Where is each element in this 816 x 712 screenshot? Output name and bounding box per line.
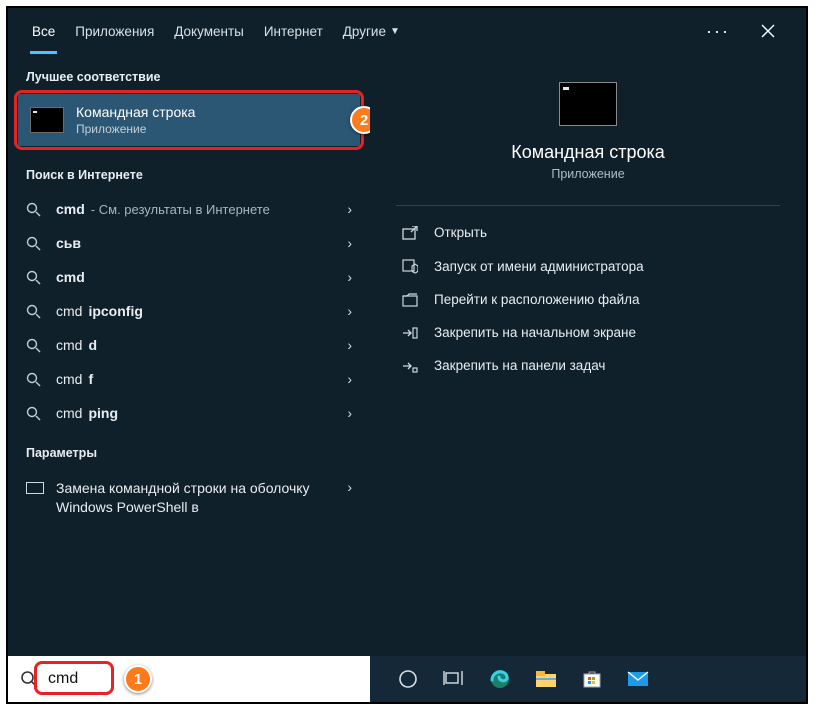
best-match-subtitle: Приложение <box>76 122 195 136</box>
tab-apps[interactable]: Приложения <box>65 8 164 54</box>
search-icon <box>26 406 42 421</box>
action-pin-start[interactable]: Закрепить на начальном экране <box>396 316 780 349</box>
search-icon <box>26 202 42 217</box>
search-box[interactable]: 1 <box>8 656 370 702</box>
taskbar: 1 <box>8 656 806 702</box>
tab-web[interactable]: Интернет <box>254 8 333 54</box>
settings-heading: Параметры <box>8 430 370 470</box>
chevron-right-icon: › <box>347 235 352 251</box>
task-view-icon[interactable] <box>442 667 466 691</box>
detail-title: Командная строка <box>511 142 665 163</box>
best-match-title: Командная строка <box>76 104 195 120</box>
tab-all[interactable]: Все <box>22 8 65 54</box>
action-location-label: Перейти к расположению файла <box>434 292 640 307</box>
action-pin-start-label: Закрепить на начальном экране <box>434 325 636 340</box>
web-result-label: cmd- См. результаты в Интернете <box>56 201 347 217</box>
tab-documents[interactable]: Документы <box>164 8 254 54</box>
tab-other-label: Другие <box>343 24 386 39</box>
annotation-badge-1: 1 <box>124 665 152 693</box>
detail-subtitle: Приложение <box>551 167 624 181</box>
web-result-item[interactable]: cmd- См. результаты в Интернете› <box>8 192 370 226</box>
search-icon <box>26 338 42 353</box>
annotation-badge-2: 2 <box>350 106 370 134</box>
chevron-right-icon: › <box>347 371 352 387</box>
detail-panel: Командная строка Приложение Открыть Запу… <box>370 54 806 656</box>
search-icon <box>26 236 42 251</box>
pin-start-icon <box>400 326 420 340</box>
action-run-as-admin[interactable]: Запуск от имени администратора <box>396 249 780 283</box>
chevron-right-icon: › <box>347 479 352 495</box>
web-result-item[interactable]: cmd› <box>8 260 370 294</box>
close-button[interactable] <box>744 23 792 39</box>
tab-other[interactable]: Другие ▼ <box>333 8 410 54</box>
web-search-heading: Поиск в Интернете <box>8 152 370 192</box>
chevron-down-icon: ▼ <box>390 26 400 37</box>
action-admin-label: Запуск от имени администратора <box>434 259 644 274</box>
settings-item-icon <box>26 482 44 494</box>
search-icon <box>26 372 42 387</box>
best-match-heading: Лучшее соответствие <box>8 54 370 94</box>
web-result-label: cmd <box>56 269 347 285</box>
command-prompt-icon <box>559 82 617 126</box>
web-result-item[interactable]: cmd ipconfig› <box>8 294 370 328</box>
taskbar-icons <box>370 667 806 691</box>
file-explorer-icon[interactable] <box>534 667 558 691</box>
action-open[interactable]: Открыть <box>396 216 780 249</box>
best-match-item[interactable]: Командная строка Приложение 2 <box>18 94 360 146</box>
search-icon <box>26 304 42 319</box>
action-open-location[interactable]: Перейти к расположению файла <box>396 283 780 316</box>
web-result-item[interactable]: cmdf› <box>8 362 370 396</box>
action-open-label: Открыть <box>434 225 487 240</box>
mail-icon[interactable] <box>626 667 650 691</box>
settings-item-label: Замена командной строки на оболочку Wind… <box>56 479 347 517</box>
web-result-label: cmdd <box>56 337 347 353</box>
microsoft-store-icon[interactable] <box>580 667 604 691</box>
web-result-item[interactable]: сьв› <box>8 226 370 260</box>
results-panel: Лучшее соответствие Командная строка При… <box>8 54 370 656</box>
settings-result-item[interactable]: Замена командной строки на оболочку Wind… <box>8 470 370 526</box>
web-result-item[interactable]: cmd ping› <box>8 396 370 430</box>
divider <box>396 205 780 206</box>
search-icon <box>20 670 38 688</box>
web-result-item[interactable]: cmdd› <box>8 328 370 362</box>
admin-shield-icon <box>400 258 420 274</box>
open-icon <box>400 226 420 240</box>
chevron-right-icon: › <box>347 405 352 421</box>
web-result-label: сьв <box>56 235 347 251</box>
edge-icon[interactable] <box>488 667 512 691</box>
folder-location-icon <box>400 293 420 307</box>
web-result-label: cmdf <box>56 371 347 387</box>
pin-taskbar-icon <box>400 359 420 373</box>
search-scope-tabs: Все Приложения Документы Интернет Другие… <box>8 8 806 54</box>
chevron-right-icon: › <box>347 337 352 353</box>
cortana-icon[interactable] <box>396 667 420 691</box>
chevron-right-icon: › <box>347 303 352 319</box>
more-options-button[interactable]: ··· <box>692 21 744 42</box>
command-prompt-icon <box>30 107 64 133</box>
action-pin-taskbar-label: Закрепить на панели задач <box>434 358 605 373</box>
action-pin-taskbar[interactable]: Закрепить на панели задач <box>396 349 780 382</box>
search-icon <box>26 270 42 285</box>
web-result-label: cmd ping <box>56 405 347 421</box>
web-result-label: cmd ipconfig <box>56 303 347 319</box>
chevron-right-icon: › <box>347 269 352 285</box>
chevron-right-icon: › <box>347 201 352 217</box>
